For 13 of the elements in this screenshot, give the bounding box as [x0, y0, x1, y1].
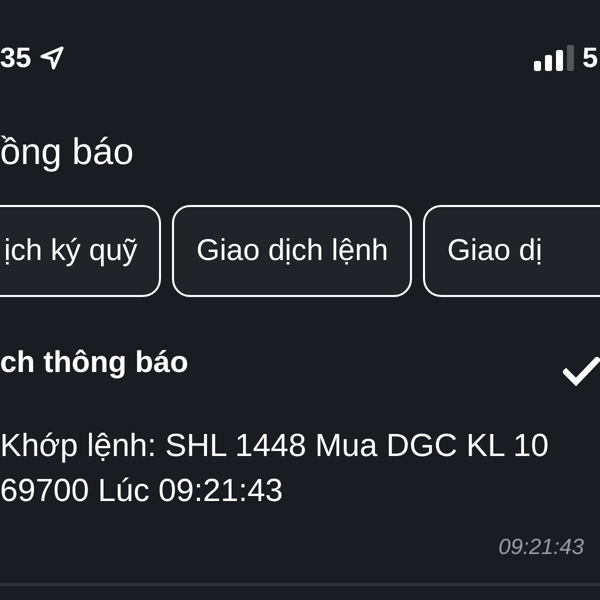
- location-arrow-icon: [39, 45, 66, 71]
- category-tab[interactable]: ịch ký quỹ: [0, 205, 162, 297]
- message-line: Khớp lệnh: SHL 1448 Mua DGC KL 10: [0, 426, 550, 465]
- category-tab[interactable]: Giao dị: [423, 205, 600, 297]
- list-heading: ch thông báo: [0, 345, 188, 381]
- category-tab[interactable]: Giao dịch lệnh: [172, 205, 412, 297]
- notification-time: 09:21:43: [498, 533, 585, 561]
- checkmark-icon[interactable]: [563, 357, 600, 387]
- message-line: 69700 Lúc 09:21:43: [0, 471, 284, 510]
- network-type: 5: [582, 42, 599, 74]
- status-time: 35: [0, 42, 32, 74]
- signal-bars-icon: [534, 45, 576, 71]
- page-title: ồng báo: [0, 130, 135, 174]
